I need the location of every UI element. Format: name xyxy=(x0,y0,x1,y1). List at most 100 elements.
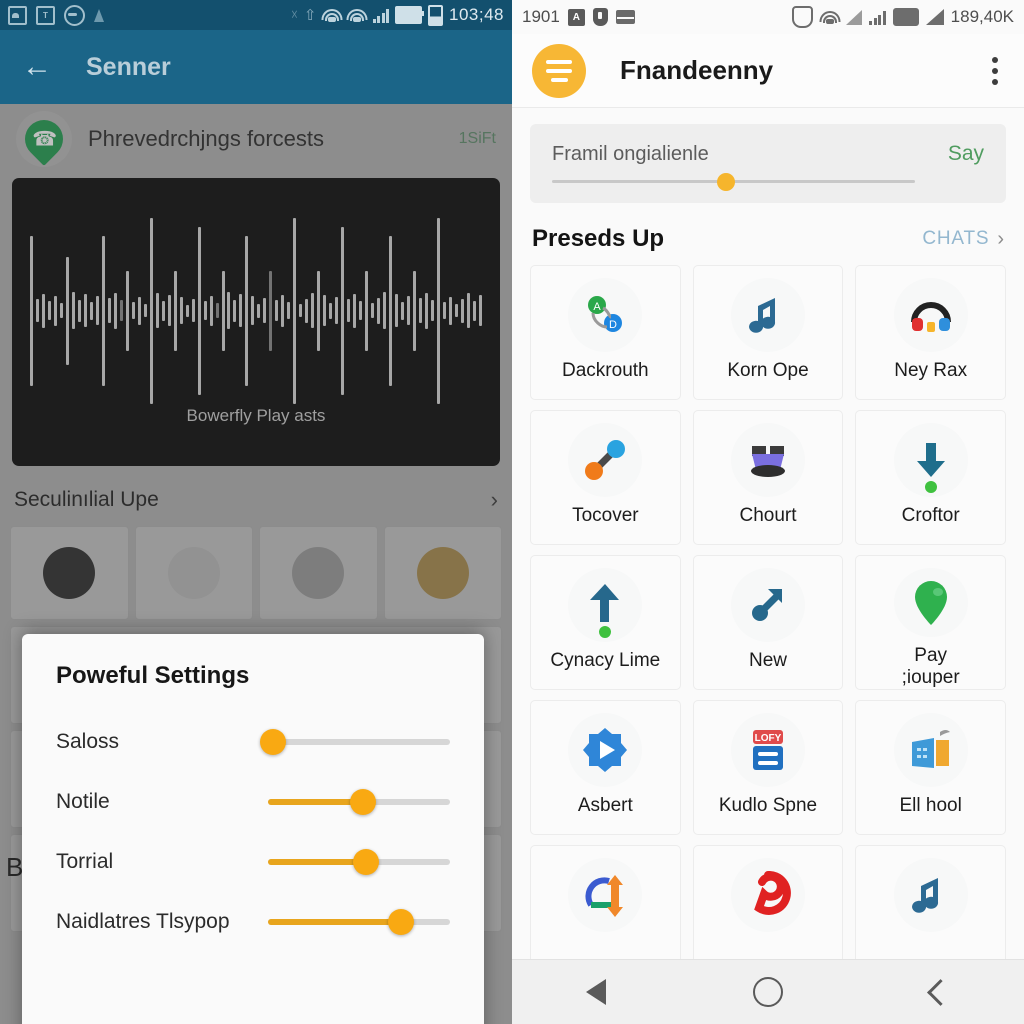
left-status-right: ☓ ⇧ 103;48 xyxy=(291,4,504,26)
dialog-slider-label: Torrial xyxy=(56,850,114,873)
app-tile-label: Pay ;iouper xyxy=(901,645,960,689)
signal-triangle-icon xyxy=(925,9,944,25)
dialog-slider-row[interactable]: Naidlatres Tlsypop xyxy=(56,892,450,952)
dialog-slider-fill xyxy=(268,919,401,925)
app-tile[interactable]: Korn Ope xyxy=(692,265,844,400)
dialog-slider-row[interactable]: Saloss xyxy=(56,712,450,772)
chevron-right-icon: › xyxy=(997,227,1004,250)
dialog-slider-knob[interactable] xyxy=(353,849,380,875)
app-tile-label: Ney Rax xyxy=(894,360,968,381)
chats-link[interactable]: CHATS xyxy=(922,228,989,250)
music-note-icon xyxy=(730,278,805,352)
app-tile[interactable]: Ell hool xyxy=(855,700,1006,835)
kebab-menu-icon[interactable] xyxy=(986,51,1004,91)
dialog-slider-label: Saloss xyxy=(56,730,120,753)
dialog-slider-track[interactable] xyxy=(260,729,450,755)
dialog-slider-row[interactable]: Torrial xyxy=(56,832,450,892)
dialog-slider-track[interactable] xyxy=(268,789,450,815)
book-icon xyxy=(893,713,968,787)
text-input-icon: T xyxy=(36,5,55,25)
app-tile[interactable]: Tocover xyxy=(530,410,681,545)
right-status-left: 1901 A xyxy=(522,7,635,27)
status-time: 103;48 xyxy=(449,5,504,24)
app-tile[interactable]: Chourt xyxy=(692,410,844,545)
search-input[interactable]: Framil ongialienle xyxy=(552,143,709,166)
inbox-tray-icon xyxy=(730,423,805,497)
dialog-slider-row[interactable]: Notile xyxy=(56,772,450,832)
chevron-back-icon[interactable] xyxy=(927,978,955,1006)
dialog-slider-knob[interactable] xyxy=(387,909,414,935)
app-tile-label: Ell hool xyxy=(899,795,962,816)
app-badge-icon: A xyxy=(567,8,585,26)
hamburger-icon[interactable] xyxy=(532,43,586,98)
dual-phone-screenshot: T ☓ ⇧ 103;48 ← Senner ☎ Phrevedrchjngs f… xyxy=(0,0,1024,1024)
right-phone-panel: 1901 A 189,40K Fnandeenny Framil ongiali… xyxy=(512,0,1024,1024)
left-phone-panel: T ☓ ⇧ 103;48 ← Senner ☎ Phrevedrchjngs f… xyxy=(0,0,512,1024)
svg-text:LOFY: LOFY xyxy=(755,733,782,744)
dialog-slider-track[interactable] xyxy=(268,849,450,875)
app-tile-label: Tocover xyxy=(572,505,639,526)
share-arrow-icon xyxy=(730,568,805,642)
android-nav-bar xyxy=(512,959,1024,1024)
wifi-icon xyxy=(321,8,343,23)
usb-icon: ⇧ xyxy=(303,7,317,24)
dialog-slider-label: Notile xyxy=(56,790,110,813)
water-drop-icon xyxy=(94,8,104,22)
search-card-top: Framil ongialienle Say xyxy=(552,142,984,166)
link-nodes-icon: AD xyxy=(568,278,643,352)
dialog-slider-fill xyxy=(268,859,367,865)
triangle-back-icon[interactable] xyxy=(585,979,606,1005)
signal-waves-icon xyxy=(846,9,863,25)
app-tile[interactable]: A D Dackrouth xyxy=(530,265,681,400)
back-arrow-icon[interactable]: ← xyxy=(22,52,60,82)
status-left-number: 1901 xyxy=(522,7,560,26)
status-dot xyxy=(599,626,612,638)
app-tile[interactable]: LOFY Kudlo Spne xyxy=(692,700,844,835)
emoji-icon xyxy=(64,4,85,26)
no-sim-icon: ☓ xyxy=(291,7,298,22)
svg-text:D: D xyxy=(609,319,617,331)
dialog-slider-knob[interactable] xyxy=(349,789,376,815)
diagonal-link-icon xyxy=(568,423,643,497)
right-status-bar: 1901 A 189,40K xyxy=(512,0,1024,34)
app-tile[interactable]: Cynacy Lime xyxy=(530,555,681,690)
signal-bars-icon xyxy=(372,8,389,23)
circle-home-icon[interactable] xyxy=(753,977,784,1007)
battery-icon xyxy=(892,8,919,26)
app-tile-label: Cynacy Lime xyxy=(550,650,661,671)
app-tile-label: Chourt xyxy=(739,505,797,526)
sync-arrows-icon xyxy=(568,858,643,932)
status-right-number: 189,40K xyxy=(950,7,1014,26)
wifi-icon-2 xyxy=(346,8,368,23)
svg-text:A: A xyxy=(594,301,602,313)
app-tile-label: Korn Ope xyxy=(727,360,809,381)
headphones-icon xyxy=(893,278,968,352)
app-tile[interactable]: Pay ;iouper xyxy=(855,555,1006,690)
left-status-bar: T ☓ ⇧ 103;48 xyxy=(0,0,512,30)
search-slider[interactable] xyxy=(552,172,915,191)
left-app-bar: ← Senner xyxy=(0,30,512,104)
app-title: Fnandeenny xyxy=(620,55,774,85)
app-tile[interactable]: Asbert xyxy=(530,700,681,835)
play-badge-icon xyxy=(568,713,643,787)
say-button[interactable]: Say xyxy=(948,142,984,166)
search-slider-knob[interactable] xyxy=(717,172,736,191)
app-tile-label: Dackrouth xyxy=(562,360,649,381)
app-tile-label: Kudlo Spne xyxy=(718,795,818,816)
left-content: ☎ Phrevedrchjngs forcests 1SiFt Bowerfly… xyxy=(0,104,512,1024)
app-tile[interactable]: Croftor xyxy=(855,410,1006,545)
battery-full-icon xyxy=(395,6,424,24)
app-tile[interactable]: New xyxy=(692,555,844,690)
app-tile[interactable]: Ney Rax xyxy=(855,265,1006,400)
right-status-right: 189,40K xyxy=(792,6,1014,28)
lofy-card-icon: LOFY xyxy=(730,713,805,787)
app-tile-label: Asbert xyxy=(577,795,633,816)
dialog-slider-list: Saloss Notile Torrial Naidlatres Tlsypop xyxy=(56,712,450,952)
dialog-slider-knob[interactable] xyxy=(260,729,287,755)
dialog-slider-label: Naidlatres Tlsypop xyxy=(56,910,230,933)
signal-bars-icon xyxy=(869,10,886,25)
search-card[interactable]: Framil ongialienle Say xyxy=(530,124,1006,203)
dialog-slider-track[interactable] xyxy=(268,909,450,935)
app-tile-label: New xyxy=(748,650,787,671)
section-title: Preseds Up xyxy=(532,225,665,252)
